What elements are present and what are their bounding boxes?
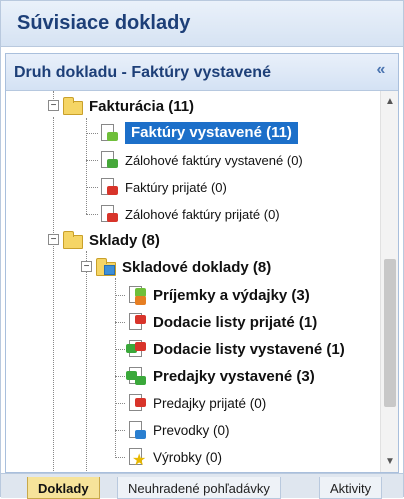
group-header-label: Druh dokladu - Faktúry vystavené	[14, 64, 271, 81]
sales-receipt-received-icon	[126, 393, 148, 413]
tree-item-label: Zálohové faktúry prijaté (0)	[125, 206, 280, 222]
group-header[interactable]: Druh dokladu - Faktúry vystavené «	[6, 54, 398, 91]
tree-item-label: Príjemky a výdajky (3)	[153, 286, 310, 304]
tree-scrollbar[interactable]: ▲ ▼	[380, 91, 398, 472]
tree-line	[115, 349, 125, 350]
tree-item-faktury-prijate[interactable]: Faktúry prijaté (0)	[98, 174, 227, 200]
products-star-icon: ★	[126, 447, 148, 469]
tree-item-zalohove-prijate[interactable]: Zálohové faktúry prijaté (0)	[98, 201, 280, 227]
tree-line	[115, 430, 125, 431]
tree-node-sklady[interactable]: Sklady (8)	[62, 227, 160, 253]
tree-node-label: Skladové doklady (8)	[122, 258, 272, 276]
tree-item-label: Prevodky (0)	[153, 422, 230, 438]
tree-item-prijemky-vydajky[interactable]: Príjemky a výdajky (3)	[126, 282, 310, 308]
tab-aktivity[interactable]: Aktivity	[319, 477, 383, 499]
expand-toggle-sklady[interactable]: −	[48, 234, 59, 245]
tree-item-label: Predajky vystavené (3)	[153, 367, 315, 385]
expand-toggle-fakturacia[interactable]: −	[48, 100, 59, 111]
tree-node-label: Sklady (8)	[89, 231, 160, 249]
stock-folder-icon	[95, 257, 117, 277]
scroll-thumb[interactable]	[384, 259, 396, 407]
tab-neuhradene-pohladavky[interactable]: Neuhradené pohľadávky	[117, 477, 281, 499]
tree-item-label: Dodacie listy vystavené (1)	[153, 340, 345, 358]
tree-line	[115, 278, 116, 458]
delivery-note-issued-icon	[126, 339, 148, 359]
document-tree: − Fakturácia (11) Faktúry vystavené (11)…	[6, 91, 380, 472]
folder-icon	[62, 96, 84, 116]
tree-line	[115, 295, 125, 296]
tree-node-label: Fakturácia (11)	[89, 97, 195, 115]
tree-item-predajky-prijate[interactable]: Predajky prijaté (0)	[126, 390, 266, 416]
tree-item-vyrobky[interactable]: ★ Výrobky (0)	[126, 444, 222, 470]
tree-item-dodacie-vystavene[interactable]: Dodacie listy vystavené (1)	[126, 336, 345, 362]
tree-item-label: Faktúry prijaté (0)	[125, 179, 227, 195]
tree-item-label: Zálohové faktúry vystavené (0)	[125, 152, 303, 168]
tree-line	[86, 214, 98, 215]
received-invoice-icon	[98, 177, 120, 197]
tree-line	[115, 457, 125, 458]
tree-item-label: Faktúry vystavené (11)	[125, 122, 298, 144]
tree-line	[86, 160, 98, 161]
delivery-note-received-icon	[126, 312, 148, 332]
transfer-icon	[126, 420, 148, 440]
advance-invoice-issued-icon	[98, 150, 120, 170]
sales-receipt-issued-icon	[126, 366, 148, 386]
tree-item-label: Výrobky (0)	[153, 449, 223, 465]
collapse-icon[interactable]: «	[372, 61, 390, 83]
scroll-down-icon[interactable]: ▼	[381, 454, 399, 470]
tree-line	[53, 117, 54, 472]
tree-item-prevodky[interactable]: Prevodky (0)	[126, 417, 230, 443]
tree-item-dodacie-prijate[interactable]: Dodacie listy prijaté (1)	[126, 309, 317, 335]
related-documents-panel: Súvisiace doklady Druh dokladu - Faktúry…	[0, 0, 404, 499]
tree-line	[86, 187, 98, 188]
panel-titlebar: Súvisiace doklady	[1, 1, 403, 47]
tree-item-predajky-vystavene[interactable]: Predajky vystavené (3)	[126, 363, 315, 389]
tree-item-label: Dodacie listy prijaté (1)	[153, 313, 318, 331]
bottom-tabs: Doklady Neuhradené pohľadávky Aktivity	[1, 473, 403, 499]
tree-item-label: Predajky prijaté (0)	[153, 395, 267, 411]
issued-invoice-icon	[98, 123, 120, 143]
tree-line	[115, 322, 125, 323]
receipt-issue-icon	[126, 285, 148, 305]
expand-toggle-skladove-doklady[interactable]: −	[81, 261, 92, 272]
tree-line	[86, 251, 87, 472]
scroll-up-icon[interactable]: ▲	[381, 94, 399, 110]
panel-title: Súvisiace doklady	[17, 12, 191, 34]
tree-item-faktury-vystavene[interactable]: Faktúry vystavené (11)	[98, 120, 298, 146]
folder-icon	[62, 230, 84, 250]
document-type-group: Druh dokladu - Faktúry vystavené « − Fak…	[5, 53, 399, 473]
tree-node-fakturacia[interactable]: Fakturácia (11)	[62, 93, 194, 119]
tab-doklady[interactable]: Doklady	[27, 477, 100, 499]
tree-line	[115, 403, 125, 404]
tree-line	[115, 376, 125, 377]
advance-invoice-received-icon	[98, 204, 120, 224]
tree-item-zalohove-vystavene[interactable]: Zálohové faktúry vystavené (0)	[98, 147, 303, 173]
tree-line	[86, 133, 98, 134]
tree-node-skladove-doklady[interactable]: Skladové doklady (8)	[95, 254, 271, 280]
